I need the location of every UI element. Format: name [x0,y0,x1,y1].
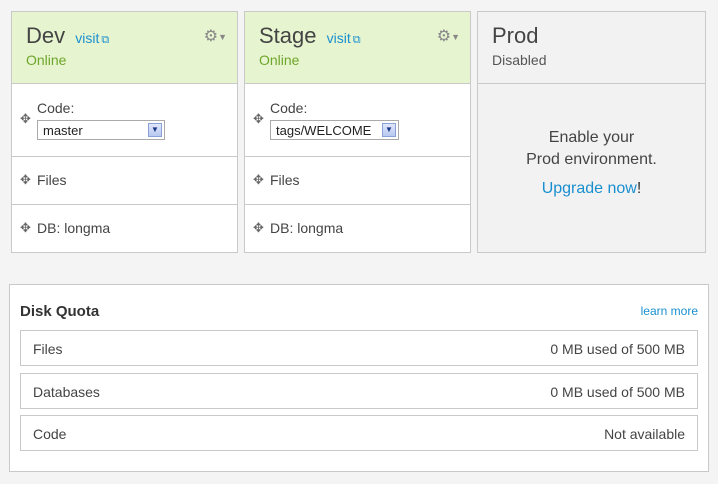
dev-files-row[interactable]: ✥ Files [12,157,237,205]
chevron-down-icon[interactable]: ▼ [148,123,162,137]
dev-db-row[interactable]: ✥ DB: longma [12,205,237,252]
quota-row-value: 0 MB used of 500 MB [550,341,685,357]
quota-row-files: Files 0 MB used of 500 MB [20,330,698,366]
stage-status: Online [259,52,300,68]
dev-db-label: DB: longma [37,220,111,236]
prod-upgrade-message: Enable your Prod environment. Upgrade no… [478,127,705,198]
stage-files-row[interactable]: ✥ Files [245,157,470,205]
quota-row-label: Databases [33,384,100,400]
dev-code-select[interactable]: master ▼ [37,120,165,140]
prod-environment-card: Prod Disabled Enable your Prod environme… [477,11,706,253]
move-icon[interactable]: ✥ [253,172,264,188]
external-link-icon[interactable]: ⧉ [101,34,109,46]
quota-row-label: Files [33,341,63,357]
disk-quota-panel: Disk Quota learn more Files 0 MB used of… [9,284,709,472]
stage-db-row[interactable]: ✥ DB: longma [245,205,470,252]
quota-row-code: Code Not available [20,415,698,451]
dev-code-row: ✥ Code: master ▼ [12,84,237,157]
stage-name: Stage [259,23,317,48]
prod-message-line-2: Prod environment. [526,151,657,168]
prod-message-line-1: Enable your [548,129,635,146]
dev-code-label: Code: [37,100,75,116]
quota-row-value: 0 MB used of 500 MB [550,384,685,400]
stage-header: Stage visit ⧉ Online ⚙▼ [245,12,470,84]
gear-icon: ⚙ [436,28,452,45]
prod-name: Prod [492,23,539,48]
prod-status: Disabled [492,52,547,68]
quota-row-label: Code [33,426,67,442]
move-icon[interactable]: ✥ [20,172,31,188]
stage-files-label: Files [270,172,300,188]
move-icon[interactable]: ✥ [253,220,264,236]
move-icon[interactable]: ✥ [20,220,31,236]
chevron-down-icon[interactable]: ▼ [382,123,396,137]
stage-environment-card: Stage visit ⧉ Online ⚙▼ ✥ Code: tags/WELC… [244,11,471,253]
quota-row-databases: Databases 0 MB used of 500 MB [20,373,698,409]
dev-files-label: Files [37,172,67,188]
dev-settings-button[interactable]: ⚙▼ [204,26,227,46]
stage-db-label: DB: longma [270,220,344,236]
learn-more-link[interactable]: learn more [641,304,698,318]
prod-header: Prod Disabled [478,12,705,84]
dev-name: Dev [26,23,66,48]
dev-status: Online [26,52,67,68]
stage-code-label: Code: [270,100,308,116]
upgrade-now-link[interactable]: Upgrade now [542,180,637,197]
upgrade-line: Upgrade now! [478,180,705,198]
external-link-icon[interactable]: ⧉ [353,34,361,46]
quota-row-value: Not available [604,426,685,442]
stage-code-value: tags/WELCOME [276,123,372,138]
stage-settings-button[interactable]: ⚙▼ [437,26,460,46]
move-icon[interactable]: ✥ [20,111,31,127]
move-icon[interactable]: ✥ [253,111,264,127]
disk-quota-title: Disk Quota [20,303,100,320]
gear-icon: ⚙ [203,28,219,45]
dev-title: Dev visit ⧉ [26,23,109,49]
dev-code-value: master [43,123,83,138]
dev-environment-card: Dev visit ⧉ Online ⚙▼ ✥ Code: master ▼ ✥ … [11,11,238,253]
chevron-down-icon: ▼ [451,31,460,42]
upgrade-suffix: ! [636,180,642,197]
stage-title: Stage visit ⧉ [259,23,361,49]
stage-code-select[interactable]: tags/WELCOME ▼ [270,120,399,140]
dev-header: Dev visit ⧉ Online ⚙▼ [12,12,237,84]
dev-visit-link[interactable]: visit [75,30,99,46]
stage-visit-link[interactable]: visit [327,30,351,46]
chevron-down-icon: ▼ [218,31,227,42]
stage-code-row: ✥ Code: tags/WELCOME ▼ [245,84,470,157]
